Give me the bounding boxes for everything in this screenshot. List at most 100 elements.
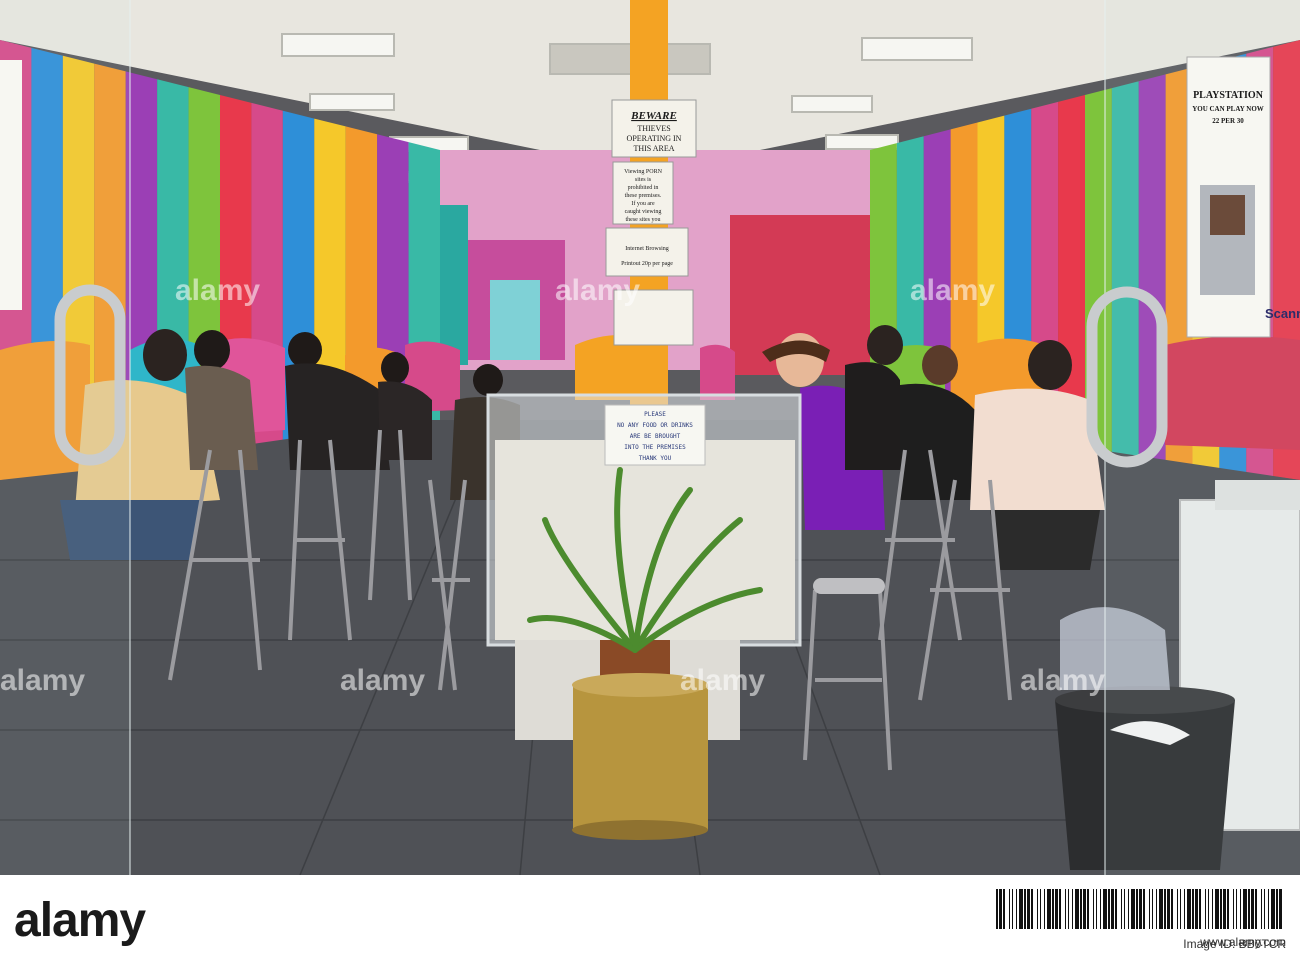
barcode-bar — [1187, 889, 1191, 929]
barcode-bar — [1003, 889, 1005, 929]
barcode-bar — [1271, 889, 1275, 929]
playstation-line-2: 22 PER 30 — [1212, 117, 1244, 125]
barcode-bar — [1208, 889, 1209, 929]
barcode-bar — [1093, 889, 1094, 929]
photo-scene: BEWARE THIEVES OPERATING IN THIS AREA Vi… — [0, 0, 1300, 875]
barcode-bar — [1171, 889, 1173, 929]
prices-sign: Internet Browsing Printout 20p per page — [605, 227, 689, 277]
barcode-bar — [1261, 889, 1262, 929]
barcode-bar — [1009, 889, 1010, 929]
barcode-bar — [1215, 889, 1219, 929]
barcode-bar — [1156, 889, 1157, 929]
barcode-bar — [1027, 889, 1030, 929]
watermark-5: alamy — [340, 664, 425, 697]
barcode-bar — [1087, 889, 1089, 929]
alamy-logo-text: alamy — [14, 894, 146, 947]
barcode-bar — [1115, 889, 1117, 929]
barcode-bar — [1016, 889, 1017, 929]
beware-line-3: THIS AREA — [633, 144, 674, 153]
barcode-bar — [1192, 889, 1194, 929]
barcode-bar — [1240, 889, 1241, 929]
prices-line-1: Internet Browsing — [625, 246, 669, 252]
barcode-bar — [1103, 889, 1107, 929]
watermark-7: alamy — [1020, 664, 1105, 697]
barcode-bar — [1276, 889, 1278, 929]
beware-line-2: OPERATING IN — [627, 134, 682, 143]
barcode-bar — [1248, 889, 1250, 929]
food-note-line-4: INTO THE PREMISES — [624, 444, 686, 451]
scanner-label: Scanner — [1265, 306, 1300, 321]
watermark-3: alamy — [910, 274, 995, 307]
barcode-bar — [1019, 889, 1023, 929]
barcode-bar — [1220, 889, 1222, 929]
watermark-6: alamy — [680, 664, 765, 697]
back-window — [490, 280, 540, 360]
barcode-bar — [1075, 889, 1079, 929]
barcode-bar — [1044, 889, 1045, 929]
porn-warning-sign: Viewing PORN sites is prohibited in thes… — [612, 161, 674, 225]
barcode-bar — [1059, 889, 1061, 929]
barcode-bar — [1268, 889, 1269, 929]
porn-line-6: caught viewing — [625, 209, 662, 215]
barcode-bar — [1177, 889, 1178, 929]
barcode-bar — [1128, 889, 1129, 929]
porn-line-7: these sites you — [626, 217, 661, 223]
watermark-1: alamy — [175, 274, 260, 307]
barcode-bar — [1047, 889, 1051, 929]
barcode-graphic — [996, 889, 1282, 929]
barcode-bar — [1223, 889, 1226, 929]
barcode-bar — [1031, 889, 1033, 929]
watermark-4: alamy — [0, 664, 85, 697]
barcode-bar — [1124, 889, 1125, 929]
barcode-bar — [1080, 889, 1082, 929]
barcode-bar — [1236, 889, 1237, 929]
no-food-note: PLEASE NO ANY FOOD OR DRINKS ARE BE BROU… — [604, 404, 706, 466]
site-url: www.alamy.com — [1200, 935, 1286, 949]
barcode-bar — [1279, 889, 1282, 929]
barcode-bar — [1143, 889, 1145, 929]
barcode-bar — [1149, 889, 1150, 929]
porn-line-1: Viewing PORN — [624, 169, 662, 175]
barcode-bar — [1159, 889, 1163, 929]
barcode-bar — [1055, 889, 1058, 929]
barcode-bar — [1012, 889, 1013, 929]
barcode-bar — [1072, 889, 1073, 929]
barcode-bar — [1164, 889, 1166, 929]
playstation-poster: PLAYSTATION YOU CAN PLAY NOW 22 PER 30 — [1186, 56, 1271, 338]
barcode-bar — [1212, 889, 1213, 929]
porn-line-3: prohibited in — [628, 185, 659, 191]
playstation-line-1: YOU CAN PLAY NOW — [1192, 105, 1264, 113]
barcode-bar — [1152, 889, 1153, 929]
barcode-bar — [1037, 889, 1038, 929]
barcode-bar — [1251, 889, 1254, 929]
stock-photo-footer: alamy Image ID: BB0TCR www.alamy.com — [0, 875, 1300, 965]
barcode-bar — [1024, 889, 1026, 929]
barcode-bar — [1227, 889, 1229, 929]
porn-line-2: sites is — [635, 177, 652, 183]
barcode-bar — [1184, 889, 1185, 929]
playstation-title: PLAYSTATION — [1193, 90, 1264, 101]
barcode-bar — [1108, 889, 1110, 929]
barcode-bar — [1195, 889, 1198, 929]
alamy-logo: alamy — [14, 893, 146, 948]
barcode-bar — [1180, 889, 1181, 929]
barcode-bar — [1065, 889, 1066, 929]
food-note-line-1: PLEASE — [644, 411, 666, 418]
prices-line-2: Printout 20p per page — [621, 261, 673, 267]
barcode-bar — [1100, 889, 1101, 929]
left-door-poster — [0, 60, 22, 310]
internet-cafe-photo: BEWARE THIEVES OPERATING IN THIS AREA Vi… — [0, 0, 1300, 875]
barcode-bar — [1131, 889, 1135, 929]
barcode-bar — [1199, 889, 1201, 929]
barcode-bar — [996, 889, 998, 929]
barcode-bar — [1243, 889, 1247, 929]
barcode-bar — [1052, 889, 1054, 929]
barcode-bar — [1255, 889, 1257, 929]
barcode-bar — [1121, 889, 1122, 929]
beware-line-1: THIEVES — [637, 124, 670, 133]
barcode-bar — [1083, 889, 1086, 929]
barcode-bar — [1068, 889, 1069, 929]
barcode-bar — [1264, 889, 1265, 929]
barcode-bar — [1040, 889, 1041, 929]
barcode-bar — [1111, 889, 1114, 929]
